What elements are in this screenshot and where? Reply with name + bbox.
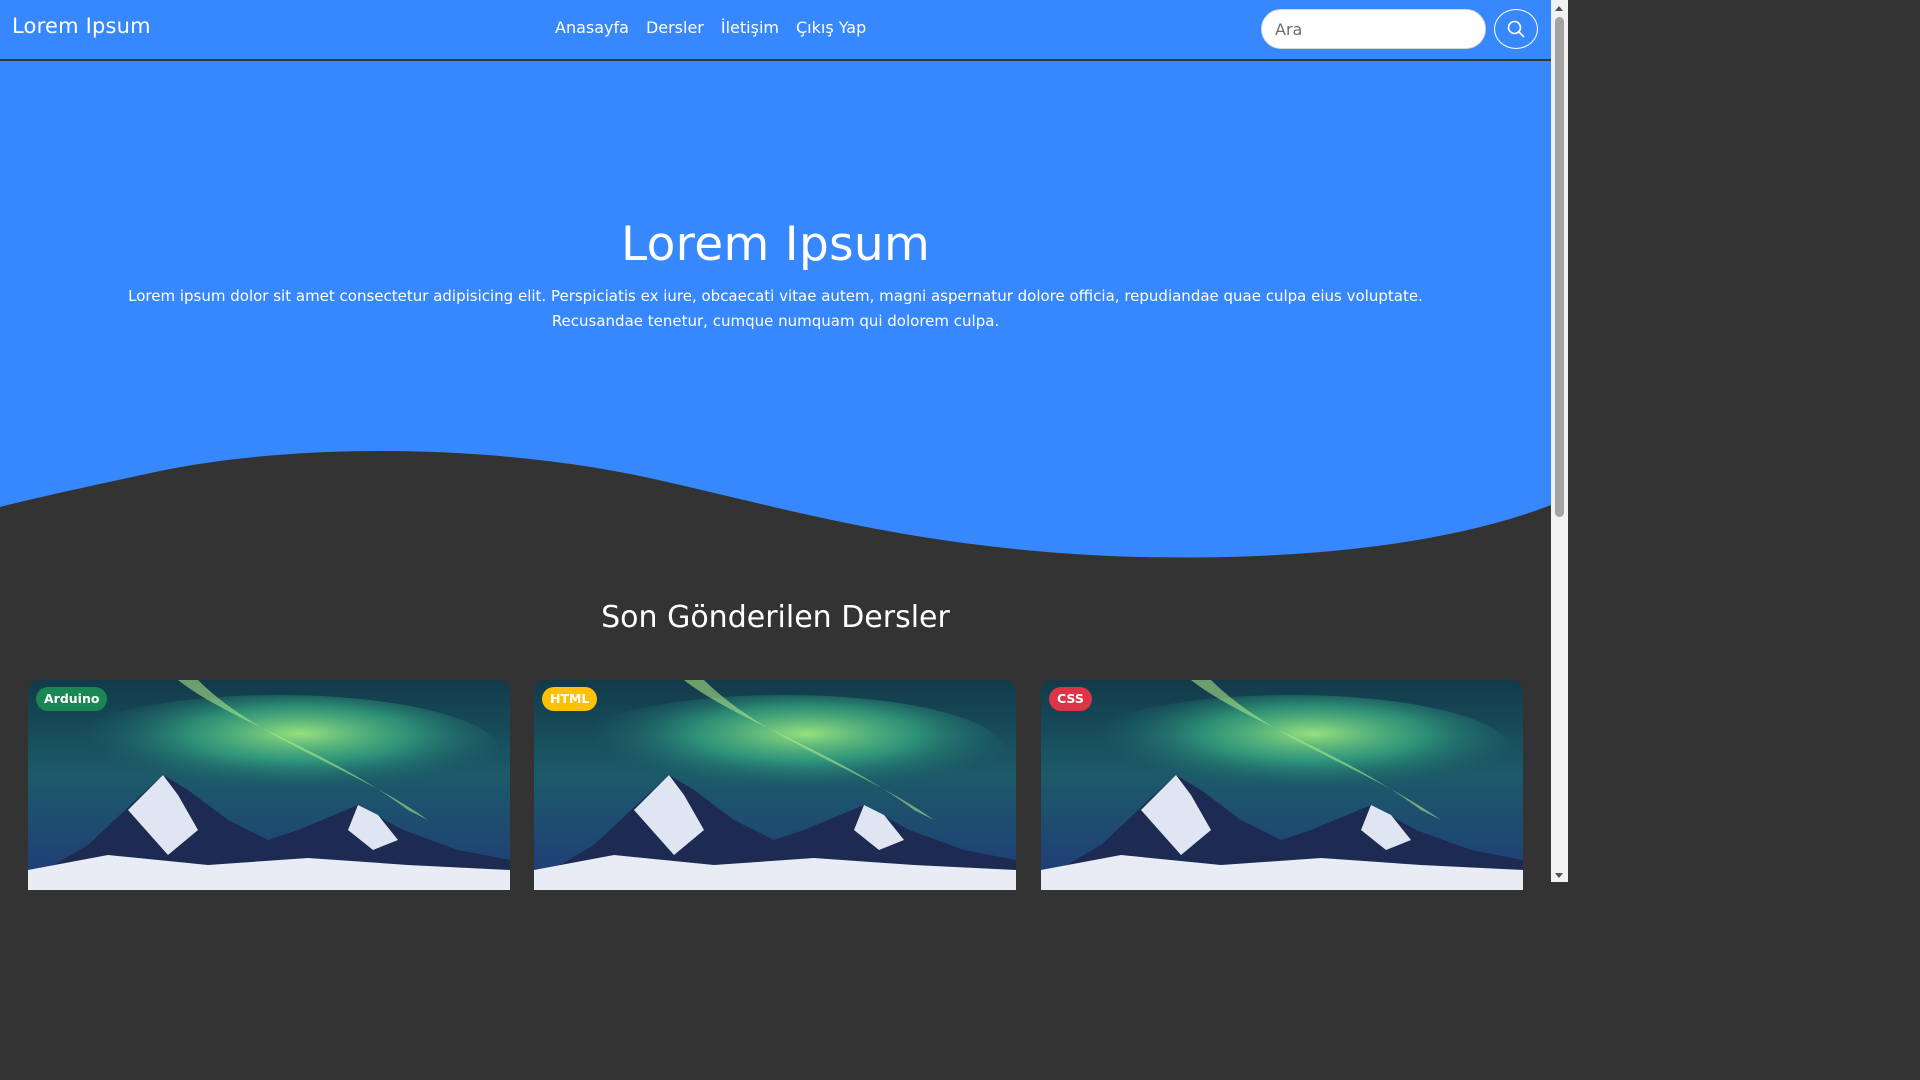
nav-link-iletisim[interactable]: İletişim [721,18,779,37]
nav-link-cikis-yap[interactable]: Çıkış Yap [796,18,866,37]
nav-link-anasayfa[interactable]: Anasayfa [555,18,629,37]
course-card[interactable]: CSS [1041,680,1523,890]
search-input[interactable] [1261,9,1486,49]
vertical-scrollbar[interactable] [1551,0,1568,882]
scrollbar-thumb[interactable] [1555,17,1564,517]
nav-link-dersler[interactable]: Dersler [646,18,704,37]
scroll-down-arrow-icon[interactable] [1555,873,1563,878]
course-card[interactable]: Arduino [28,680,510,890]
section-title: Son Gönderilen Dersler [601,600,950,635]
navbar: Lorem Ipsum Anasayfa Dersler İletişim Çı… [0,0,1551,60]
hero-title: Lorem Ipsum [620,217,931,272]
scroll-up-arrow-icon[interactable] [1555,6,1563,11]
aurora-mountain-image [28,680,510,890]
aurora-mountain-image [1041,680,1523,890]
category-badge: CSS [1049,687,1092,711]
category-badge: Arduino [36,687,108,711]
hero-description: Lorem ipsum dolor sit amet consectetur a… [128,287,1423,330]
aurora-mountain-image [534,680,1016,890]
search-icon [1507,20,1525,38]
course-card[interactable]: HTML [534,680,1016,890]
search-button[interactable] [1494,9,1538,49]
nav-links: Anasayfa Dersler İletişim Çıkış Yap [555,18,866,37]
brand-logo[interactable]: Lorem Ipsum [12,14,151,38]
hero-section: Lorem Ipsum Lorem ipsum dolor sit amet c… [0,61,1551,561]
category-badge: HTML [542,687,598,711]
